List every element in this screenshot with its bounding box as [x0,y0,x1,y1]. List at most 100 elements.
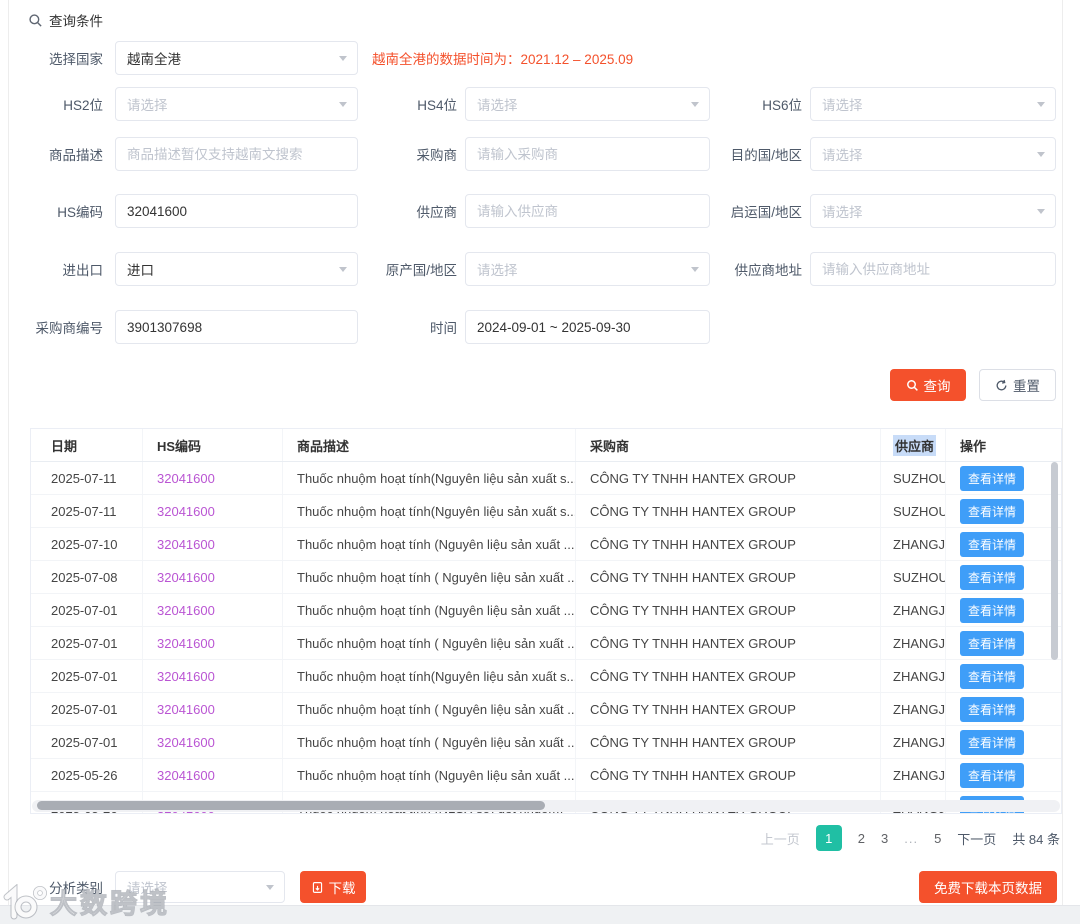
cell-description: Thuốc nhuộm hoạt tính (Nguyên liệu sản x… [283,594,576,626]
destination-select[interactable]: 请选择 [810,137,1056,171]
field-hs4: HS4位 请选择 [381,87,710,121]
supplier-address-input[interactable] [822,261,1044,277]
table-body: 2025-07-11 32041600 Thuốc nhuộm hoạt tín… [31,462,1061,813]
cell-hs-code[interactable]: 32041600 [143,561,283,593]
field-buyer-number: 采购商编号 [15,310,358,344]
shipping-country-select[interactable]: 请选择 [810,194,1056,228]
column-header-supplier[interactable]: 供应商 [881,429,946,461]
refresh-icon [996,379,1007,390]
product-description-input-wrap [115,137,358,171]
origin-country-select[interactable]: 请选择 [465,252,710,286]
view-details-button[interactable]: 查看详情 [960,762,1025,788]
cell-action: 查看详情 [946,726,1061,758]
cell-buyer: CÔNG TY TNHH HANTEX GROUP [576,660,881,692]
field-buyer: 采购商 [381,137,710,171]
cell-supplier: ZHANGJIA [881,693,946,725]
cell-hs-code[interactable]: 32041600 [143,594,283,626]
previous-page-button[interactable]: 上一页 [761,829,800,848]
field-analysis-type: 分析类别 请选择 [15,871,285,903]
view-details-button[interactable]: 查看详情 [960,597,1025,623]
cell-action: 查看详情 [946,660,1061,692]
supplier-label: 供应商 [416,205,458,220]
cell-action: 查看详情 [946,627,1061,659]
buyer-input-wrap [465,137,710,171]
trade-type-select[interactable]: 进口 [115,252,358,286]
column-header-hs-code[interactable]: HS编码 [143,429,283,461]
view-details-button[interactable]: 查看详情 [960,630,1025,656]
horizontal-scrollbar-thumb[interactable] [37,801,545,810]
buyer-number-input[interactable] [127,319,346,335]
cell-hs-code[interactable]: 32041600 [143,693,283,725]
cell-hs-code[interactable]: 32041600 [143,462,283,494]
cell-buyer: CÔNG TY TNHH HANTEX GROUP [576,594,881,626]
cell-description: Thuốc nhuộm hoạt tính ( Nguyên liệu sản … [283,693,576,725]
free-download-page-data-button[interactable]: 免费下载本页数据 [919,871,1057,903]
section-title-text: 查询条件 [49,14,103,29]
cell-hs-code[interactable]: 32041600 [143,759,283,791]
cell-hs-code[interactable]: 32041600 [143,627,283,659]
table-row: 2025-07-11 32041600 Thuốc nhuộm hoạt tín… [31,495,1061,528]
cell-buyer: CÔNG TY TNHH HANTEX GROUP [576,561,881,593]
reset-button[interactable]: 重置 [979,369,1056,401]
page-number[interactable]: 5 [934,831,941,846]
page-number[interactable]: 3 [881,831,888,846]
supplier-input[interactable] [477,203,698,219]
cell-supplier: SUZHOU [881,495,946,527]
field-trade-type: 进出口 进口 [15,252,358,286]
pagination-ellipsis: ... [904,830,919,846]
chevron-down-icon [1037,152,1045,157]
time-range-input[interactable] [477,319,698,335]
hs-code-input[interactable] [127,203,346,219]
view-details-button[interactable]: 查看详情 [960,696,1025,722]
query-conditions-header: 查询条件 [28,10,103,30]
view-details-button[interactable]: 查看详情 [960,465,1025,491]
view-details-button[interactable]: 查看详情 [960,564,1025,590]
hs-code-input-wrap [115,194,358,228]
query-button[interactable]: 查询 [890,369,966,401]
cell-hs-code[interactable]: 32041600 [143,495,283,527]
cell-date: 2025-07-01 [31,693,143,725]
buyer-input[interactable] [477,146,698,162]
hs2-select[interactable]: 请选择 [115,87,358,121]
time-range-label: 时间 [430,321,457,336]
view-details-button[interactable]: 查看详情 [960,729,1025,755]
hs6-select[interactable]: 请选择 [810,87,1056,121]
pagination-pages: 1 2 3... 5 [815,825,941,851]
buyer-number-input-wrap [115,310,358,344]
view-details-button[interactable]: 查看详情 [960,663,1025,689]
view-details-button[interactable]: 查看详情 [960,531,1025,557]
cell-date: 2025-07-01 [31,726,143,758]
product-description-label: 商品描述 [49,148,103,163]
cell-buyer: CÔNG TY TNHH HANTEX GROUP [576,627,881,659]
field-hs-code: HS编码 [15,194,358,228]
field-supplier-address: 供应商地址 [710,252,1056,286]
hs2-label: HS2位 [63,98,103,113]
cell-hs-code[interactable]: 32041600 [143,726,283,758]
page-number[interactable]: 2 [858,831,865,846]
vertical-scrollbar[interactable] [1051,462,1058,660]
cell-hs-code[interactable]: 32041600 [143,528,283,560]
analysis-type-select[interactable]: 请选择 [115,871,285,903]
data-range-note: 越南全港的数据时间为：2021.12 – 2025.09 [372,52,634,67]
cell-buyer: CÔNG TY TNHH HANTEX GROUP [576,726,881,758]
table-row: 2025-07-10 32041600 Thuốc nhuộm hoạt tín… [31,528,1061,561]
column-header-description[interactable]: 商品描述 [283,429,576,461]
country-select[interactable]: 越南全港 [115,41,358,75]
field-origin-country: 原产国/地区 请选择 [381,252,710,286]
column-header-date[interactable]: 日期 [31,429,143,461]
hs4-select[interactable]: 请选择 [465,87,710,121]
product-description-input[interactable] [127,146,346,162]
next-page-button[interactable]: 下一页 [957,829,996,848]
cell-supplier: ZHANGJIA [881,627,946,659]
cell-description: Thuốc nhuộm hoạt tính (Nguyên liệu sản x… [283,759,576,791]
origin-country-label: 原产国/地区 [385,263,457,278]
cell-hs-code[interactable]: 32041600 [143,660,283,692]
horizontal-scrollbar-track[interactable] [32,800,1060,812]
view-details-button[interactable]: 查看详情 [960,498,1025,524]
page-number[interactable]: 1 [815,825,842,851]
time-range-input-wrap [465,310,710,344]
download-button[interactable]: 下载 [300,871,366,903]
total-count: 共 84 条 [1012,831,1060,847]
column-header-buyer[interactable]: 采购商 [576,429,881,461]
shipping-country-label: 启运国/地区 [730,205,802,220]
